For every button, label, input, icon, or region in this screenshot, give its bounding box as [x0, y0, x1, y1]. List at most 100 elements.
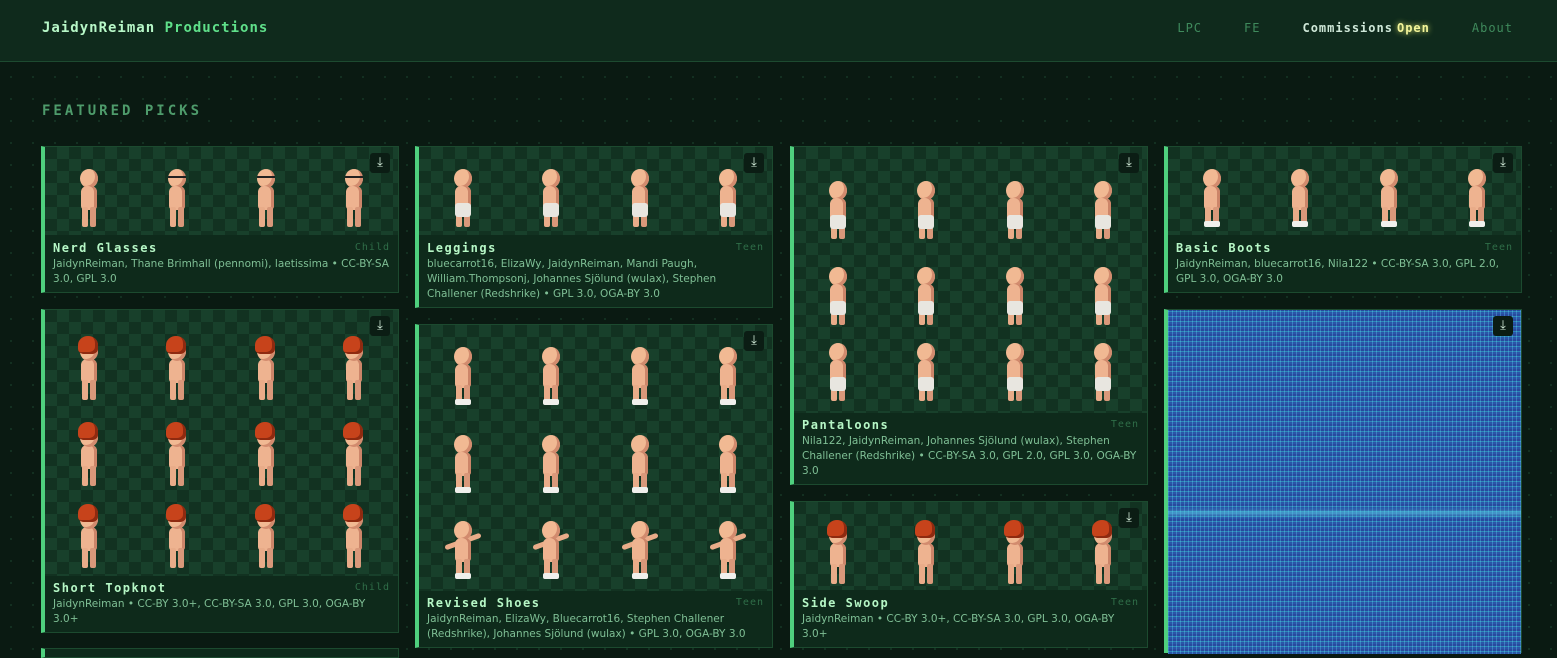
- sprite-figure: [821, 343, 855, 405]
- sprite-figure: [160, 504, 194, 572]
- sprite-figure: [821, 520, 855, 588]
- sprite-figure: [998, 343, 1032, 405]
- nav-about[interactable]: About: [1472, 21, 1513, 35]
- sprite-preview: [419, 325, 772, 591]
- texture-preview: [1168, 310, 1521, 654]
- card-credits: JaidynReiman, bluecarrot16, Nila122 • CC…: [1176, 258, 1500, 285]
- sprite-figure: [160, 422, 194, 490]
- sprite-figure: [1283, 169, 1317, 231]
- sprite-figure: [337, 422, 371, 490]
- sprite-figure: [160, 169, 194, 231]
- card-credits: JaidynReiman • CC-BY 3.0+, CC-BY-SA 3.0,…: [53, 598, 366, 625]
- card-title: Pantaloons: [802, 418, 890, 432]
- sprite-figure: [909, 520, 943, 588]
- nav-lpc[interactable]: LPC: [1177, 21, 1202, 35]
- sprite-figure: [446, 169, 480, 231]
- brand-logo[interactable]: JaidynReiman Productions: [42, 20, 268, 36]
- sprite-preview: [794, 147, 1147, 413]
- sprite-figure: [998, 267, 1032, 329]
- download-icon[interactable]: ⤓: [1119, 508, 1139, 528]
- sprite-figure: [909, 343, 943, 405]
- sprite-figure: [821, 267, 855, 329]
- sprite-figure: [337, 504, 371, 572]
- download-icon[interactable]: ⤓: [1493, 316, 1513, 336]
- sprite-figure: [623, 435, 657, 497]
- sprite-preview: [45, 310, 398, 576]
- section-title: FEATURED PICKS: [42, 103, 203, 119]
- age-tag: Teen: [735, 242, 764, 253]
- age-tag: Child: [354, 582, 390, 593]
- download-icon[interactable]: ⤓: [1119, 153, 1139, 173]
- download-icon[interactable]: ⤓: [370, 153, 390, 173]
- sprite-figure: [444, 521, 482, 583]
- card-title: Basic Boots: [1176, 241, 1272, 255]
- sprite-figure: [623, 347, 657, 409]
- sprite-figure: [337, 169, 371, 231]
- sprite-figure: [534, 347, 568, 409]
- sprite-preview: [1168, 147, 1521, 235]
- sprite-figure: [620, 521, 659, 583]
- sprite-figure: [1086, 267, 1120, 329]
- sprite-figure: [249, 422, 283, 490]
- card-texture-preview[interactable]: ⤓: [1164, 309, 1522, 654]
- card-credits: JaidynReiman, ElizaWy, Bluecarrot16, Ste…: [427, 613, 746, 640]
- sprite-figure: [249, 336, 283, 404]
- card-title: Revised Shoes: [427, 596, 541, 610]
- age-tag: Teen: [735, 597, 764, 608]
- sprite-figure: [623, 169, 657, 231]
- card-credits: Nila122, JaidynReiman, Johannes Sjölund …: [802, 435, 1137, 477]
- sprite-figure: [532, 521, 571, 583]
- sprite-figure: [1086, 343, 1120, 405]
- card-pantaloons[interactable]: ⤓ Pantaloons Teen Nila122, JaidynReiman,…: [790, 146, 1148, 485]
- sprite-figure: [1460, 169, 1494, 231]
- card-title: Short Topknot: [53, 581, 167, 595]
- sprite-figure: [72, 336, 106, 404]
- card-leggings[interactable]: ⤓ Leggings Teen bluecarrot16, ElizaWy, J…: [415, 146, 773, 308]
- sprite-preview: [794, 502, 1147, 590]
- sprite-figure: [1086, 181, 1120, 243]
- card-revised-shoes[interactable]: ⤓ Revised Shoes Teen JaidynReiman, Eliza…: [415, 324, 773, 648]
- main-nav: LPC FE Commissions Open About: [1135, 21, 1513, 35]
- sprite-preview: [419, 147, 772, 235]
- download-icon[interactable]: ⤓: [744, 331, 764, 351]
- sprite-figure: [909, 181, 943, 243]
- download-icon[interactable]: ⤓: [744, 153, 764, 173]
- sprite-figure: [160, 336, 194, 404]
- sprite-figure: [72, 422, 106, 490]
- card-credits: JaidynReiman, Thane Brimhall (pennomi), …: [53, 258, 389, 285]
- sprite-figure: [72, 169, 106, 231]
- sprite-figure: [446, 347, 480, 409]
- nav-commissions[interactable]: Commissions Open: [1302, 21, 1429, 35]
- sprite-figure: [1195, 169, 1229, 231]
- sprite-figure: [534, 435, 568, 497]
- commissions-open-badge: Open: [1396, 21, 1430, 35]
- download-icon[interactable]: ⤓: [1493, 153, 1513, 173]
- sprite-figure: [711, 347, 745, 409]
- sprite-figure: [709, 521, 747, 583]
- sprite-figure: [998, 520, 1032, 588]
- card-side-swoop[interactable]: ⤓ Side Swoop Teen JaidynReiman • CC-BY 3…: [790, 501, 1148, 648]
- card-partial[interactable]: [41, 648, 399, 658]
- nav-fe[interactable]: FE: [1244, 21, 1260, 35]
- card-title: Leggings: [427, 241, 497, 255]
- sprite-figure: [711, 435, 745, 497]
- age-tag: Teen: [1110, 419, 1139, 430]
- card-title: Nerd Glasses: [53, 241, 158, 255]
- sprite-figure: [1086, 520, 1120, 588]
- sprite-figure: [337, 336, 371, 404]
- download-icon[interactable]: ⤓: [370, 316, 390, 336]
- age-tag: Teen: [1484, 242, 1513, 253]
- top-navbar: JaidynReiman Productions LPC FE Commissi…: [0, 0, 1557, 62]
- brand-secondary: Productions: [164, 20, 269, 36]
- sprite-figure: [249, 169, 283, 231]
- sprite-figure: [909, 267, 943, 329]
- sprite-figure: [534, 169, 568, 231]
- sprite-figure: [821, 181, 855, 243]
- card-short-topknot[interactable]: ⤓ Short Topknot Child JaidynReiman • CC-…: [41, 309, 399, 633]
- age-tag: Child: [354, 242, 390, 253]
- card-basic-boots[interactable]: ⤓ Basic Boots Teen JaidynReiman, bluecar…: [1164, 146, 1522, 293]
- card-nerd-glasses[interactable]: ⤓ Nerd Glasses Child JaidynReiman, Thane…: [41, 146, 399, 293]
- sprite-figure: [711, 169, 745, 231]
- sprite-preview: [45, 147, 398, 235]
- card-credits: bluecarrot16, ElizaWy, JaidynReiman, Man…: [427, 258, 717, 300]
